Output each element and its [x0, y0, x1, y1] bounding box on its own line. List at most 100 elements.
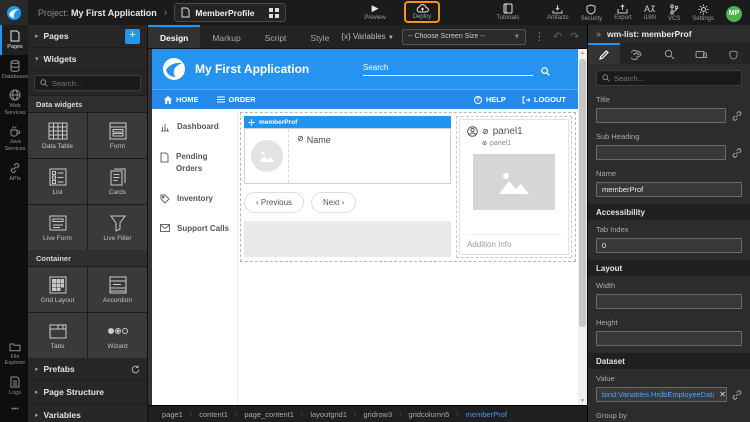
tab-style[interactable]: Style: [298, 25, 341, 48]
pages-grid-icon[interactable]: [269, 8, 279, 18]
widget-data-table[interactable]: Data Table: [28, 113, 87, 158]
vcs-button[interactable]: VCS: [668, 4, 680, 22]
preview-button[interactable]: ▶ Preview: [364, 3, 385, 21]
sidebar-item-file-explorer[interactable]: File Explorer: [0, 337, 28, 371]
tab-script[interactable]: Script: [253, 25, 299, 48]
tab-design[interactable]: Design: [148, 25, 200, 48]
widget-tabs[interactable]: Tabs: [28, 313, 87, 358]
screen-size-select[interactable]: -- Choose Screen Size -- ▼: [402, 29, 526, 45]
tab-markup[interactable]: Markup: [200, 25, 252, 48]
breadcrumb-page-content1[interactable]: page_content1: [244, 410, 294, 419]
widget-grid-layout[interactable]: Grid Layout: [28, 267, 87, 312]
security-button[interactable]: Security: [581, 4, 603, 22]
tutorials-button[interactable]: Tutorials: [496, 3, 519, 21]
breadcrumb-page1[interactable]: page1: [162, 410, 183, 419]
section-layout[interactable]: Layout: [588, 260, 750, 276]
sub-heading-input[interactable]: [596, 145, 726, 160]
bind-link-icon[interactable]: [732, 111, 742, 121]
page-structure-section-header[interactable]: ▸ Page Structure: [28, 381, 147, 404]
title-input[interactable]: [596, 108, 726, 123]
height-input[interactable]: [596, 331, 742, 346]
next-button[interactable]: Next ›: [311, 192, 356, 213]
widgets-section-header[interactable]: ▾ Widgets: [28, 48, 147, 71]
more-actions[interactable]: •••: [0, 401, 28, 422]
search-icon[interactable]: [541, 67, 550, 76]
gridcolumn-selection[interactable]: memberProf: [240, 112, 576, 262]
breadcrumb-gridcolumn5[interactable]: gridcolumn5: [408, 410, 449, 419]
export-button[interactable]: Export: [614, 4, 631, 21]
tab-inspect[interactable]: [653, 43, 685, 64]
panel1-widget[interactable]: ⊘ panel1 ⊘ panel1: [459, 119, 569, 255]
breadcrumb-gridrow3[interactable]: gridrow3: [363, 410, 392, 419]
page-selector[interactable]: MemberProfile: [174, 3, 286, 22]
sidebar-item-apis[interactable]: APIs: [0, 157, 28, 187]
i18n-button[interactable]: A i18N: [644, 4, 656, 21]
breadcrumb-layoutgrid1[interactable]: layoutgrid1: [310, 410, 347, 419]
nav-help[interactable]: ? HELP: [474, 95, 506, 104]
sidebar-item-web-services[interactable]: Web Services: [0, 84, 28, 120]
sidebar-item-java-services[interactable]: Java Services: [0, 120, 28, 156]
sidenav-pending-orders[interactable]: Pending Orders: [160, 151, 229, 175]
widget-accordion[interactable]: Accordion: [88, 267, 147, 312]
sidenav-support-calls[interactable]: Support Calls: [160, 223, 229, 235]
widget-live-form[interactable]: Live Form: [28, 205, 87, 250]
wavemaker-logo[interactable]: [0, 0, 28, 25]
deploy-button[interactable]: Deploy: [413, 4, 432, 20]
tab-properties[interactable]: [588, 43, 620, 64]
prefabs-section-header[interactable]: ▸ Prefabs: [28, 358, 147, 381]
section-dataset[interactable]: Dataset: [588, 353, 750, 369]
width-input[interactable]: [596, 294, 742, 309]
list-widget-titlebar[interactable]: memberProf: [244, 116, 451, 128]
sidenav-inventory[interactable]: Inventory: [160, 193, 229, 205]
widget-list[interactable]: List: [28, 159, 87, 204]
tab-devices[interactable]: [685, 43, 717, 64]
dataset-value-input[interactable]: [596, 387, 727, 402]
sidebar-item-pages[interactable]: Pages: [0, 25, 28, 55]
user-avatar[interactable]: MP: [726, 6, 742, 22]
name-input[interactable]: [596, 182, 742, 197]
add-page-button[interactable]: +: [125, 29, 140, 44]
list-widget-column: memberProf: [244, 116, 451, 258]
artifacts-button[interactable]: Artifacts: [547, 4, 569, 21]
scrollbar-thumb[interactable]: [579, 59, 586, 327]
settings-button[interactable]: Settings: [692, 4, 714, 22]
sidenav-dashboard[interactable]: Dashboard: [160, 121, 229, 133]
app-search-input[interactable]: [363, 63, 533, 76]
widget-wizard[interactable]: Wizard: [88, 313, 147, 358]
section-accessibility[interactable]: Accessibility: [588, 204, 750, 220]
refresh-icon[interactable]: [131, 365, 140, 374]
redo-icon[interactable]: ↷: [570, 30, 579, 43]
properties-search-input[interactable]: [614, 74, 736, 83]
previous-button[interactable]: ‹ Previous: [244, 192, 304, 213]
widgets-search-input[interactable]: [52, 79, 135, 88]
collapse-panel-icon[interactable]: »: [596, 29, 601, 39]
bind-link-icon[interactable]: [732, 390, 742, 400]
tab-styles[interactable]: [620, 43, 652, 64]
clear-binding-icon[interactable]: ✕: [719, 390, 726, 399]
nav-logout[interactable]: LOGOUT: [522, 95, 566, 104]
breadcrumb-memberprof[interactable]: memberProf: [466, 410, 507, 419]
scroll-up-icon[interactable]: ▲: [580, 49, 585, 57]
sidebar-item-logs[interactable]: Logs: [0, 371, 28, 401]
undo-icon[interactable]: ↶: [553, 30, 562, 43]
tab-security[interactable]: [718, 43, 750, 64]
sidebar-item-databases[interactable]: Databases: [0, 55, 28, 85]
variables-section-header[interactable]: ▸ Variables: [28, 404, 147, 422]
scroll-down-icon[interactable]: ▼: [580, 397, 585, 405]
bind-link-icon[interactable]: [732, 148, 742, 158]
panel-column[interactable]: ⊘ panel1 ⊘ panel1: [456, 116, 572, 258]
canvas-scrollbar[interactable]: ▲ ▼: [578, 49, 587, 405]
tab-index-input[interactable]: [596, 238, 742, 253]
collapsed-arrow-icon: ▸: [35, 365, 39, 373]
nav-home[interactable]: HOME: [164, 95, 199, 104]
list-item[interactable]: ⊘ Name: [244, 128, 451, 184]
kebab-menu-icon[interactable]: ⋮: [534, 30, 545, 43]
pages-section-header[interactable]: ▸ Pages +: [28, 25, 147, 48]
breadcrumb-content1[interactable]: content1: [199, 410, 228, 419]
widget-cards[interactable]: Cards: [88, 159, 147, 204]
container-widgets-grid: Grid Layout Accordion Tabs Wizard: [28, 267, 147, 358]
variables-dropdown[interactable]: {x} Variables ▼: [341, 32, 394, 41]
nav-order[interactable]: ORDER: [217, 95, 256, 104]
widget-form[interactable]: Form: [88, 113, 147, 158]
widget-live-filter[interactable]: Live Filter: [88, 205, 147, 250]
